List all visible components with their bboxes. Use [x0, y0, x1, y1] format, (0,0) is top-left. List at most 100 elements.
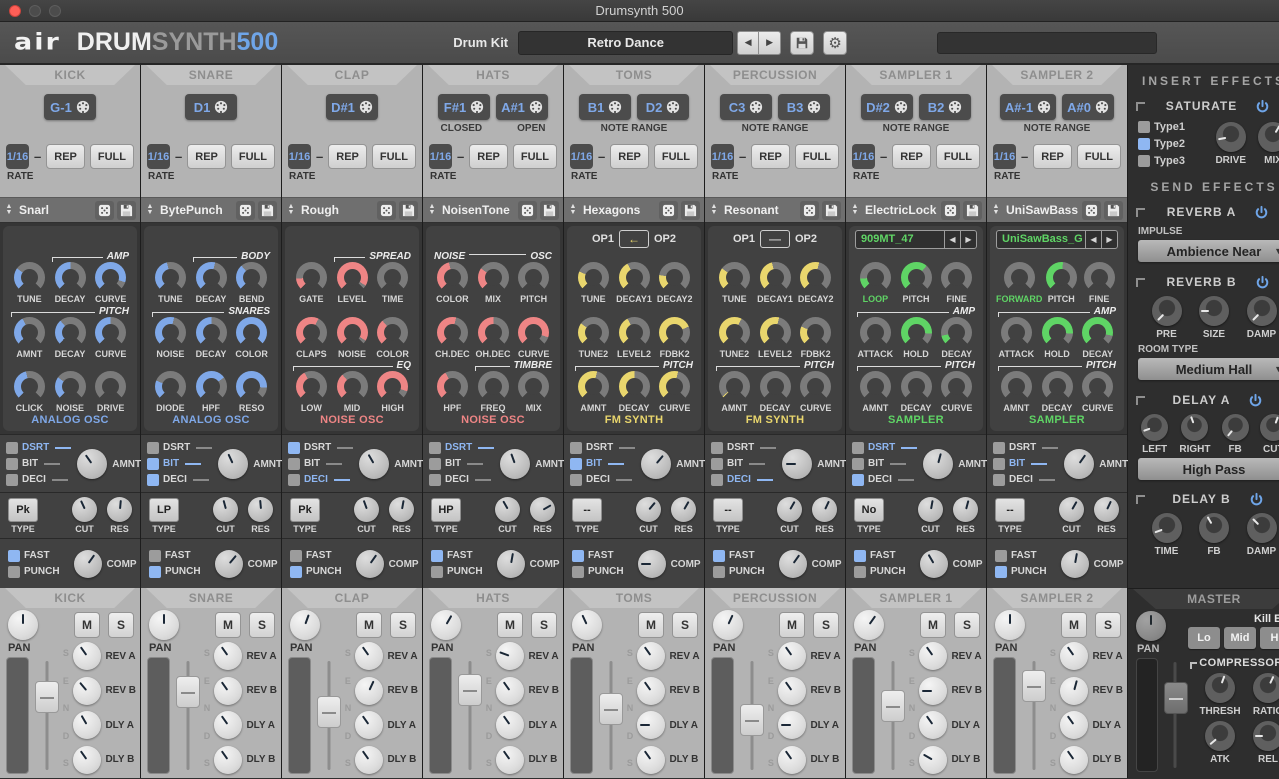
rep-button[interactable]: REP [187, 144, 226, 169]
full-button[interactable]: FULL [90, 144, 134, 169]
gate-knob[interactable] [296, 262, 327, 293]
attack-knob[interactable] [860, 317, 891, 348]
preset-spinner[interactable]: ▲▼ [145, 204, 155, 216]
spinner-down-icon[interactable]: ▼ [709, 210, 719, 216]
tune-knob[interactable] [719, 262, 750, 293]
pitch-knob[interactable] [1046, 262, 1077, 293]
noise-knob[interactable] [337, 317, 368, 348]
send-dlyb-knob[interactable] [919, 746, 947, 774]
send-dlyb-knob[interactable] [214, 746, 242, 774]
resonance-knob[interactable] [671, 497, 696, 522]
time-knob[interactable] [377, 262, 408, 293]
resonance-knob[interactable] [953, 497, 978, 522]
drive-knob[interactable] [95, 371, 126, 402]
lofi-option-label[interactable]: DECI [868, 474, 892, 485]
randomize-preset-button[interactable] [659, 201, 678, 220]
decay-knob[interactable] [941, 317, 972, 348]
pan-knob[interactable] [713, 610, 743, 640]
checkbox-dsrt[interactable] [6, 442, 18, 454]
send-reva-knob[interactable] [919, 642, 947, 670]
master-fader[interactable] [1163, 658, 1188, 772]
op-route-button[interactable]: ← [619, 230, 649, 248]
comp-option-label[interactable]: FAST [588, 550, 614, 561]
solo-button[interactable]: S [954, 612, 980, 638]
checkbox-bit[interactable] [147, 458, 159, 470]
lofi-amount-knob[interactable] [359, 449, 389, 479]
kit-next-button[interactable]: ▶ [759, 31, 781, 55]
randomize-preset-button[interactable] [95, 201, 114, 220]
left-knob[interactable] [1141, 414, 1168, 441]
chdec-knob[interactable] [437, 317, 468, 348]
tune-knob[interactable] [14, 262, 45, 293]
low-knob[interactable] [296, 371, 327, 402]
sample-prev-icon[interactable]: ◀ [1085, 231, 1101, 248]
cutoff-knob[interactable] [354, 497, 379, 522]
checkbox-bit[interactable] [570, 458, 582, 470]
lofi-option-label[interactable]: DSRT [586, 442, 613, 453]
solo-button[interactable]: S [108, 612, 134, 638]
lofi-option-label[interactable]: DECI [445, 474, 469, 485]
hold-knob[interactable] [1042, 317, 1073, 348]
cutoff-knob[interactable] [72, 497, 97, 522]
checkbox-bit[interactable] [711, 458, 723, 470]
checkbox-punch[interactable] [431, 566, 443, 578]
checkbox-deci[interactable] [147, 474, 159, 486]
comp-knob[interactable] [356, 550, 384, 578]
save-preset-button[interactable] [399, 201, 418, 220]
decay-knob[interactable] [196, 262, 227, 293]
curve-knob[interactable] [941, 371, 972, 402]
note-assign-button[interactable]: B3 [778, 94, 830, 120]
rate-value-button[interactable]: 1/16 [570, 144, 593, 169]
fader-handle[interactable] [35, 681, 59, 713]
pan-knob[interactable] [8, 610, 38, 640]
send-reva-knob[interactable] [214, 642, 242, 670]
lofi-option-label[interactable]: DECI [586, 474, 610, 485]
full-button[interactable]: FULL [1077, 144, 1121, 169]
checkbox-bit[interactable] [288, 458, 300, 470]
pan-knob[interactable] [572, 610, 602, 640]
preset-spinner[interactable]: ▲▼ [4, 204, 14, 216]
comp-option-label[interactable]: PUNCH [729, 566, 765, 577]
solo-button[interactable]: S [672, 612, 698, 638]
lofi-amount-knob[interactable] [1064, 449, 1094, 479]
pre-knob[interactable] [1152, 296, 1182, 326]
rate-value-button[interactable]: 1/16 [993, 144, 1016, 169]
noise-knob[interactable] [55, 371, 86, 402]
tune2-knob[interactable] [578, 317, 609, 348]
preset-spinner[interactable]: ▲▼ [850, 204, 860, 216]
amnt-knob[interactable] [1001, 371, 1032, 402]
lofi-option-label[interactable]: DSRT [163, 442, 190, 453]
solo-button[interactable]: S [531, 612, 557, 638]
rep-button[interactable]: REP [751, 144, 790, 169]
impulse-dropdown[interactable]: Ambience Near▼ [1138, 240, 1279, 262]
note-assign-button[interactable]: B2 [919, 94, 971, 120]
checkbox-punch[interactable] [149, 566, 161, 578]
solo-button[interactable]: S [1095, 612, 1121, 638]
checkbox-deci[interactable] [429, 474, 441, 486]
killeq-mid-button[interactable]: Mid [1224, 627, 1256, 649]
noise-knob[interactable] [155, 317, 186, 348]
spinner-down-icon[interactable]: ▼ [991, 210, 1001, 216]
curve-knob[interactable] [659, 371, 690, 402]
send-dlya-knob[interactable] [496, 711, 524, 739]
checkbox-dsrt[interactable] [147, 442, 159, 454]
power-icon[interactable] [1254, 205, 1269, 220]
killeq-hi-button[interactable]: Hi [1260, 627, 1279, 649]
power-icon[interactable] [1248, 393, 1263, 408]
color-knob[interactable] [437, 262, 468, 293]
mix-knob[interactable] [478, 262, 509, 293]
send-dlyb-knob[interactable] [73, 746, 101, 774]
lofi-option-label[interactable]: DECI [727, 474, 751, 485]
rate-value-button[interactable]: 1/16 [711, 144, 734, 169]
pan-knob[interactable] [995, 610, 1025, 640]
hold-knob[interactable] [901, 317, 932, 348]
solo-button[interactable]: S [813, 612, 839, 638]
lofi-option-label[interactable]: BIT [22, 458, 38, 469]
tune-knob[interactable] [578, 262, 609, 293]
cut-knob[interactable] [1260, 414, 1279, 441]
checkbox-deci[interactable] [993, 474, 1005, 486]
note-assign-button[interactable]: A#1 [496, 94, 548, 120]
rep-button[interactable]: REP [610, 144, 649, 169]
checkbox-punch[interactable] [572, 566, 584, 578]
tune2-knob[interactable] [719, 317, 750, 348]
